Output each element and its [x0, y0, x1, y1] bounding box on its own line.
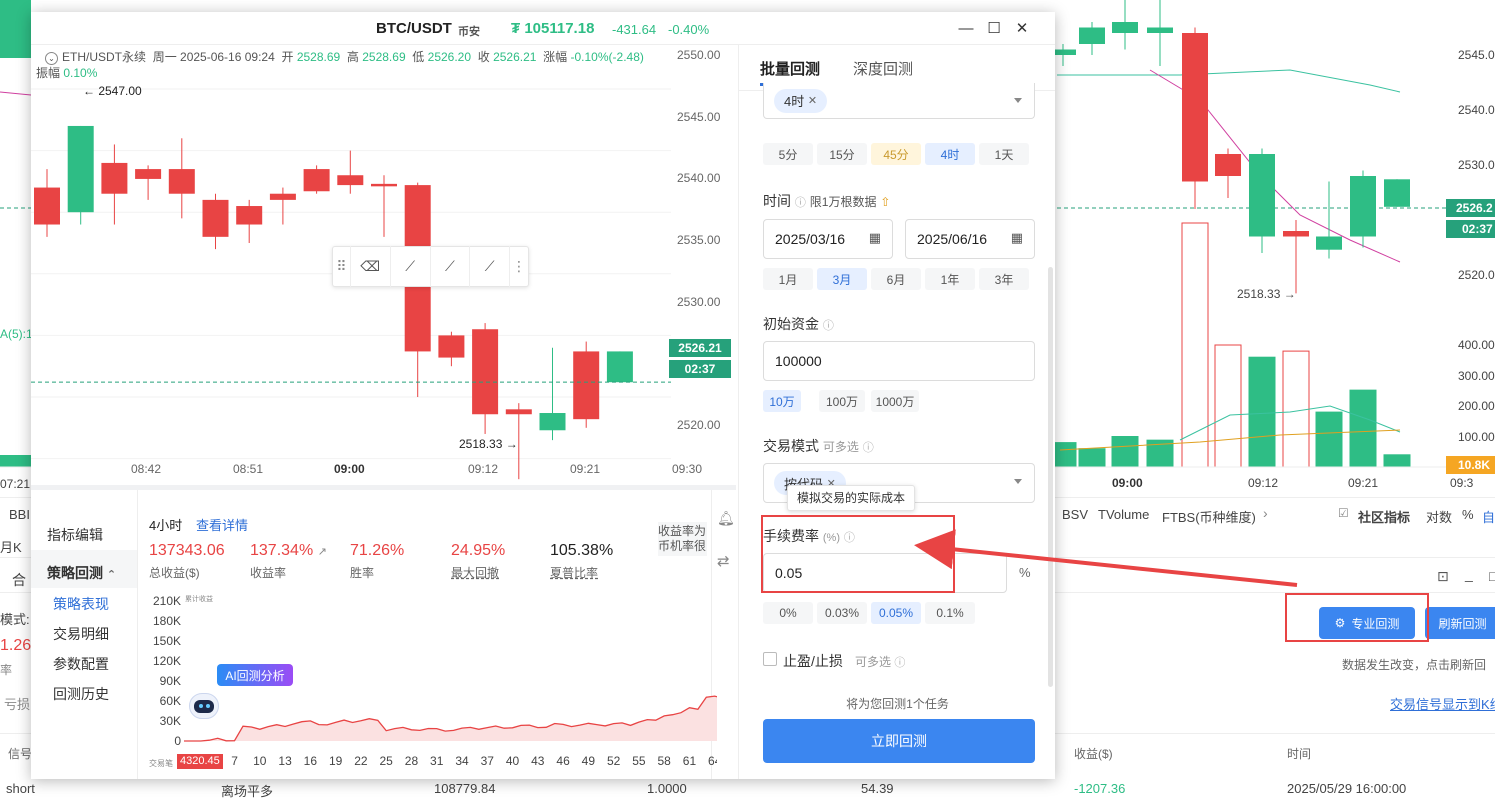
annotation-arrow [914, 529, 1298, 587]
arrow-line [914, 529, 1298, 587]
